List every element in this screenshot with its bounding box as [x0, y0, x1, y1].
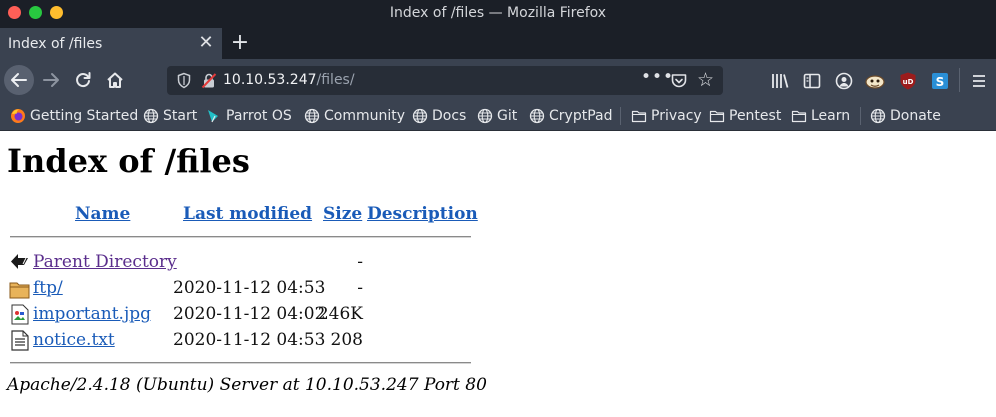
extension-s-icon[interactable]: S — [930, 71, 950, 91]
url-path: /files/ — [316, 72, 355, 88]
folder-icon — [631, 110, 647, 123]
toolbar-separator — [959, 68, 960, 92]
home-button[interactable] — [100, 65, 130, 95]
folder-icon — [791, 110, 807, 123]
bookmark-folder-privacy[interactable]: Privacy — [631, 106, 702, 126]
file-link-important-jpg[interactable]: important.jpg — [33, 304, 151, 324]
tracking-protection-shield-icon[interactable] — [176, 72, 192, 89]
insecure-connection-lock-icon[interactable] — [201, 72, 217, 89]
bookmark-label: CryptPad — [549, 108, 613, 124]
column-header-name[interactable]: Name — [75, 204, 130, 224]
file-size: 208 — [330, 330, 363, 350]
bookmarks-toolbar: Getting Started Start Parrot OS Communit… — [0, 101, 996, 131]
globe-icon — [412, 108, 428, 124]
back-button[interactable] — [4, 65, 34, 95]
forward-arrow-icon — [43, 73, 59, 87]
file-size: - — [357, 252, 363, 272]
bookmark-label: Community — [324, 108, 406, 124]
navigation-toolbar: 10.10.53.247/files/ ••• ☆ uD S — [0, 59, 996, 101]
globe-icon — [143, 108, 159, 124]
bookmark-label: Docs — [432, 108, 467, 124]
svg-text:uD: uD — [903, 78, 914, 86]
globe-icon — [304, 108, 320, 124]
account-icon[interactable] — [834, 71, 854, 91]
home-icon — [107, 72, 123, 88]
url-text[interactable]: 10.10.53.247/files/ — [223, 72, 355, 88]
library-icon[interactable] — [770, 71, 790, 91]
table-divider-bottom — [10, 362, 471, 364]
back-arrow-icon — [11, 254, 28, 269]
svg-text:S: S — [936, 75, 945, 89]
bookmark-label: Learn — [811, 108, 851, 124]
column-header-size[interactable]: Size — [323, 204, 362, 224]
bookmark-label: Start — [163, 108, 198, 124]
window-title: Index of /files — Mozilla Firefox — [389, 5, 607, 21]
back-arrow-icon — [11, 73, 27, 87]
image-file-icon — [11, 304, 29, 325]
bookmark-label: Pentest — [729, 108, 782, 124]
bookmark-community[interactable]: Community — [304, 106, 405, 126]
bookmark-folder-pentest[interactable]: Pentest — [709, 106, 781, 126]
url-bar[interactable]: 10.10.53.247/files/ ••• ☆ — [167, 66, 723, 95]
bookmark-label: Parrot OS — [226, 108, 292, 124]
file-size: - — [357, 278, 363, 298]
forward-button[interactable] — [36, 65, 66, 95]
text-file-icon — [11, 330, 29, 351]
hamburger-menu-icon[interactable] — [969, 71, 989, 91]
bookmark-separator — [620, 107, 621, 125]
bookmark-label: Donate — [890, 108, 941, 124]
globe-icon — [870, 108, 886, 124]
file-link-ftp[interactable]: ftp/ — [33, 278, 63, 298]
bookmark-getting-started[interactable]: Getting Started — [10, 106, 138, 126]
reload-icon — [76, 72, 91, 88]
server-signature: Apache/2.4.18 (Ubuntu) Server at 10.10.5… — [7, 375, 487, 395]
bookmark-donate[interactable]: Donate — [870, 106, 941, 126]
tab-index-of-files[interactable]: Index of /files ✕ — [0, 28, 222, 59]
bookmark-separator — [860, 107, 861, 125]
bookmark-docs[interactable]: Docs — [412, 106, 466, 126]
column-header-description[interactable]: Description — [367, 204, 478, 224]
file-size: 246K — [317, 304, 363, 324]
ublock-origin-icon[interactable]: uD — [898, 71, 918, 91]
pocket-icon[interactable] — [670, 72, 688, 89]
page-content: Index of /files Name Last modified Size … — [0, 131, 996, 417]
bookmark-star-icon[interactable]: ☆ — [697, 69, 714, 91]
sidebar-icon[interactable] — [802, 71, 822, 91]
tab-close-icon[interactable]: ✕ — [196, 32, 216, 54]
tab-strip: Index of /files ✕ + — [0, 28, 996, 59]
url-host: 10.10.53.247 — [223, 72, 317, 88]
tab-title: Index of /files — [8, 36, 103, 52]
new-tab-button[interactable]: + — [228, 30, 252, 56]
bookmark-parrot-os[interactable]: Parrot OS — [206, 106, 292, 126]
parrot-icon — [208, 110, 218, 123]
reload-button[interactable] — [68, 65, 98, 95]
bookmark-label: Privacy — [651, 108, 702, 124]
column-header-last-modified[interactable]: Last modified — [183, 204, 312, 224]
file-link-parent-directory[interactable]: Parent Directory — [33, 252, 177, 272]
bookmark-label: Getting Started — [30, 108, 139, 124]
file-link-notice-txt[interactable]: notice.txt — [33, 330, 115, 350]
bookmark-folder-learn[interactable]: Learn — [791, 106, 850, 126]
table-divider-top — [10, 236, 471, 238]
extension-hackbar-icon[interactable] — [864, 71, 886, 91]
firefox-icon — [11, 109, 25, 123]
bookmark-git[interactable]: Git — [477, 106, 517, 126]
bookmark-label: Git — [497, 108, 518, 124]
bookmark-start[interactable]: Start — [143, 106, 197, 126]
page-title: Index of /files — [7, 142, 250, 180]
bookmark-cryptpad[interactable]: CryptPad — [529, 106, 612, 126]
window-titlebar: Index of /files — Mozilla Firefox — [0, 0, 996, 28]
globe-icon — [477, 108, 493, 124]
globe-icon — [529, 108, 545, 124]
folder-icon — [9, 282, 30, 299]
folder-icon — [709, 110, 725, 123]
